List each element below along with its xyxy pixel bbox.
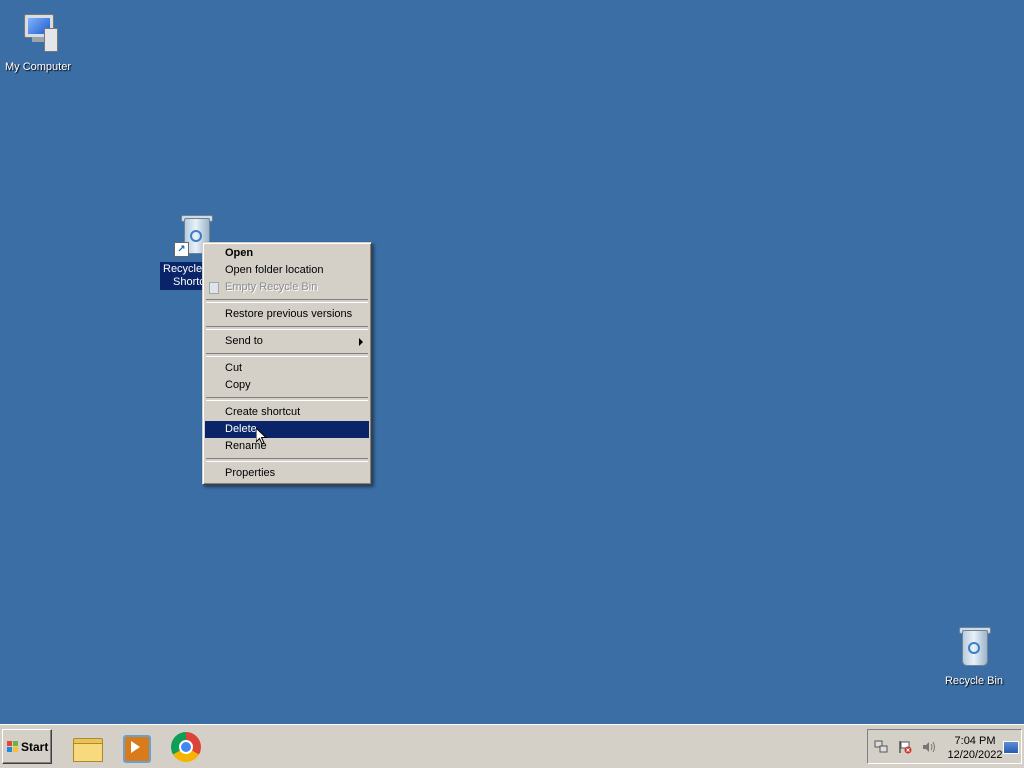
menu-separator bbox=[206, 299, 368, 303]
recycle-bin-icon bbox=[950, 624, 998, 672]
show-desktop-icon[interactable] bbox=[1003, 741, 1019, 754]
menu-item-empty-recycle-bin: Empty Recycle Bin bbox=[205, 279, 369, 296]
menu-separator bbox=[206, 326, 368, 330]
volume-icon[interactable] bbox=[922, 740, 936, 754]
start-button[interactable]: Start bbox=[2, 729, 52, 764]
menu-item-send-to[interactable]: Send to bbox=[205, 333, 369, 350]
windows-flag-icon bbox=[7, 741, 19, 753]
taskbar: Start 7:04 PM 12/20/2022 bbox=[0, 724, 1024, 768]
menu-item-rename[interactable]: Rename bbox=[205, 438, 369, 455]
my-computer-desktop-icon[interactable]: My Computer bbox=[0, 10, 76, 75]
recycle-bin-desktop-icon[interactable]: Recycle Bin bbox=[936, 624, 1012, 689]
my-computer-icon bbox=[14, 10, 62, 58]
network-icon[interactable] bbox=[874, 740, 888, 754]
system-tray: 7:04 PM 12/20/2022 bbox=[867, 729, 1022, 764]
mouse-cursor-icon bbox=[256, 428, 268, 445]
menu-item-cut[interactable]: Cut bbox=[205, 360, 369, 377]
shortcut-arrow-icon: ↗ bbox=[174, 242, 189, 257]
chrome-icon[interactable] bbox=[169, 730, 203, 764]
menu-separator bbox=[206, 458, 368, 462]
menu-item-delete[interactable]: Delete bbox=[205, 421, 369, 438]
label-line-2: Shortc bbox=[173, 276, 205, 288]
menu-separator bbox=[206, 353, 368, 357]
menu-item-send-to-label: Send to bbox=[225, 335, 263, 347]
submenu-arrow-icon bbox=[359, 338, 363, 346]
recycle-bin-label: Recycle Bin bbox=[944, 675, 1004, 687]
label-line-1: Recycle bbox=[163, 263, 203, 275]
menu-item-restore-previous-versions[interactable]: Restore previous versions bbox=[205, 306, 369, 323]
menu-item-open[interactable]: Open bbox=[205, 245, 369, 262]
action-center-icon[interactable] bbox=[898, 740, 912, 754]
menu-item-create-shortcut[interactable]: Create shortcut bbox=[205, 404, 369, 421]
folder-icon[interactable] bbox=[70, 730, 104, 764]
menu-item-open-folder-location[interactable]: Open folder location bbox=[205, 262, 369, 279]
my-computer-label: My Computer bbox=[4, 61, 72, 73]
context-menu: Open Open folder location Empty Recycle … bbox=[202, 242, 372, 485]
clock-time: 7:04 PM bbox=[954, 735, 996, 747]
menu-item-copy[interactable]: Copy bbox=[205, 377, 369, 394]
menu-item-properties[interactable]: Properties bbox=[205, 465, 369, 482]
recycle-bin-small-icon bbox=[209, 282, 219, 294]
clock[interactable]: 7:04 PM 12/20/2022 bbox=[942, 734, 1008, 762]
media-player-icon[interactable] bbox=[119, 730, 153, 764]
start-label: Start bbox=[21, 740, 49, 754]
clock-date: 12/20/2022 bbox=[947, 749, 1003, 761]
menu-item-empty-recycle-bin-label: Empty Recycle Bin bbox=[225, 281, 318, 293]
menu-separator bbox=[206, 397, 368, 401]
